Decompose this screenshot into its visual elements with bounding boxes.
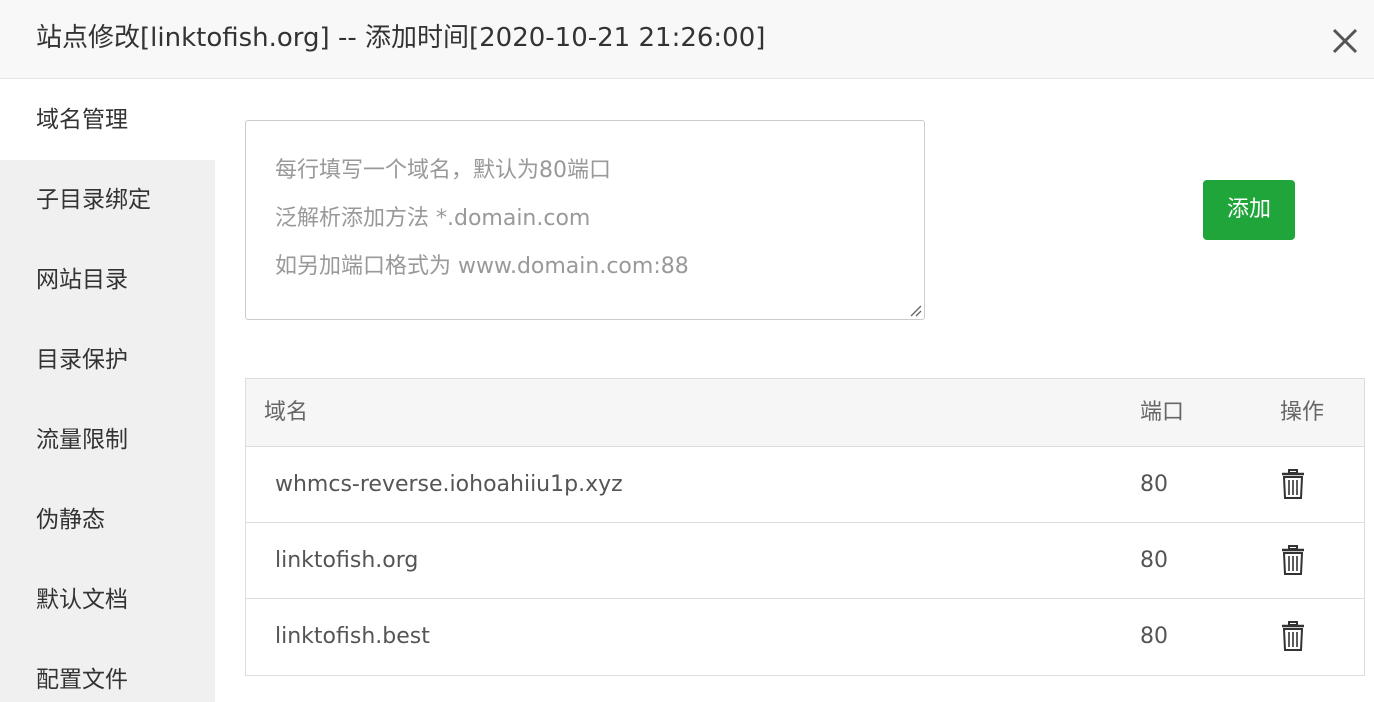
domain-cell: linktofish.best <box>275 624 430 649</box>
column-header-port: 端口 <box>1140 400 1185 425</box>
port-cell: 80 <box>1140 472 1168 497</box>
sidebar-item-subdirectory-binding[interactable]: 子目录绑定 <box>0 160 215 240</box>
domain-table: 域名 端口 操作 whmcs-reverse.iohoahiiu1p.xyz 8… <box>245 378 1365 676</box>
trash-icon[interactable] <box>1281 545 1305 575</box>
sidebar-item-rewrite[interactable]: 伪静态 <box>0 480 215 560</box>
close-button[interactable] <box>1326 22 1364 60</box>
table-row: linktofish.best 80 <box>246 599 1364 675</box>
placeholder-line: 泛解析添加方法 *.domain.com <box>275 206 591 231</box>
domain-cell: whmcs-reverse.iohoahiiu1p.xyz <box>275 472 623 497</box>
domain-cell: linktofish.org <box>275 548 419 573</box>
close-icon <box>1332 28 1358 54</box>
sidebar-item-traffic-limit[interactable]: 流量限制 <box>0 400 215 480</box>
dialog-titlebar: 站点修改[linktofish.org] -- 添加时间[2020-10-21 … <box>0 0 1374 79</box>
port-cell: 80 <box>1140 624 1168 649</box>
sidebar-item-site-directory[interactable]: 网站目录 <box>0 240 215 320</box>
sidebar-item-default-document[interactable]: 默认文档 <box>0 560 215 640</box>
sidebar: 域名管理 子目录绑定 网站目录 目录保护 流量限制 伪静态 默认文档 配置文件 <box>0 80 215 702</box>
trash-icon[interactable] <box>1281 469 1305 499</box>
placeholder-line: 如另加端口格式为 www.domain.com:88 <box>275 254 689 279</box>
table-row: linktofish.org 80 <box>246 523 1364 599</box>
port-cell: 80 <box>1140 548 1168 573</box>
site-edit-dialog: 站点修改[linktofish.org] -- 添加时间[2020-10-21 … <box>0 0 1374 702</box>
placeholder-line: 每行填写一个域名，默认为80端口 <box>275 158 611 183</box>
table-row: whmcs-reverse.iohoahiiu1p.xyz 80 <box>246 447 1364 523</box>
column-header-domain: 域名 <box>264 400 309 425</box>
dialog-title: 站点修改[linktofish.org] -- 添加时间[2020-10-21 … <box>36 23 766 53</box>
sidebar-item-directory-protection[interactable]: 目录保护 <box>0 320 215 400</box>
column-header-action: 操作 <box>1280 400 1325 425</box>
sidebar-item-domain-management[interactable]: 域名管理 <box>0 80 215 160</box>
resize-handle-icon[interactable] <box>908 303 922 317</box>
trash-icon[interactable] <box>1281 621 1305 651</box>
sidebar-item-config-file[interactable]: 配置文件 <box>0 640 215 702</box>
add-domain-button[interactable]: 添加 <box>1203 180 1295 240</box>
table-header: 域名 端口 操作 <box>246 379 1364 447</box>
domain-input[interactable]: 每行填写一个域名，默认为80端口 泛解析添加方法 *.domain.com 如另… <box>245 120 925 320</box>
